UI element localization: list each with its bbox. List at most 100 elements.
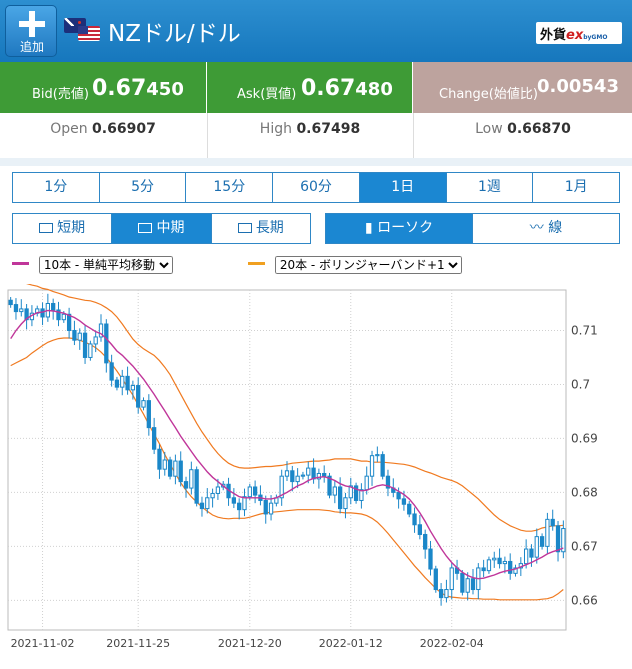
logo-text: 外貨	[540, 28, 567, 43]
chart-type-selector: ▮ ローソク 〰 線	[325, 213, 620, 244]
candle-body	[449, 567, 454, 591]
add-button[interactable]: 追加	[5, 5, 57, 57]
add-button-label: 追加	[19, 40, 44, 54]
candle-body	[369, 455, 375, 477]
candle-body	[343, 497, 348, 510]
us-flag-icon	[78, 26, 100, 41]
range-short-button[interactable]: 短期	[13, 214, 113, 243]
candle-body	[183, 481, 189, 489]
candle-body	[120, 375, 125, 388]
candle-body	[151, 427, 157, 450]
open-value: 0.66907	[92, 121, 156, 137]
candle-body	[529, 548, 534, 558]
candle-body	[465, 578, 470, 593]
y-tick-label: 0.67	[571, 539, 598, 553]
candle-body	[114, 379, 120, 388]
candle-body	[93, 336, 98, 345]
candle-body	[8, 299, 13, 306]
timeframe-5min[interactable]: 5分	[99, 173, 187, 202]
candle-body	[539, 536, 545, 547]
candle-body	[508, 560, 513, 574]
candle-body	[502, 560, 508, 565]
candle-body	[481, 567, 486, 572]
candle-body	[263, 499, 268, 515]
bb-select[interactable]: 20本 - ボリンジャーバンド+1	[274, 256, 462, 274]
timeframe-selector: 1分 5分 15分 60分 1日 1週 1月	[12, 172, 620, 203]
x-tick-label: 2021-11-02	[11, 637, 75, 650]
timeframe-60min[interactable]: 60分	[273, 173, 360, 202]
candle-body	[189, 469, 194, 489]
y-tick-label: 0.66	[571, 593, 598, 607]
candlestick-button[interactable]: ▮ ローソク	[326, 214, 473, 243]
candle-body	[88, 343, 93, 358]
candle-body	[460, 572, 465, 593]
timeframe-1min[interactable]: 1分	[13, 173, 100, 202]
high-label: High	[259, 121, 292, 137]
candle-body	[51, 302, 56, 311]
bid-value: 0.67450	[92, 76, 184, 101]
page-title: NZドル/ドル	[108, 21, 241, 47]
logo-ex: ex	[566, 28, 584, 43]
candle-body	[438, 589, 444, 599]
candle-body	[534, 536, 539, 558]
candle-body	[215, 486, 221, 494]
candle-body	[77, 332, 82, 341]
candle-body	[242, 496, 247, 511]
candle-body	[61, 313, 66, 321]
candle-body	[332, 486, 337, 496]
price-chart[interactable]: 0.710.70.690.680.670.66 2021-11-02 2021-1…	[0, 284, 632, 669]
candle-body	[417, 524, 423, 535]
candle-body	[19, 308, 24, 313]
high-stat: High 0.67498	[207, 113, 412, 158]
sma-select[interactable]: 10本 - 単純平均移動	[38, 256, 173, 274]
candle-body	[306, 467, 311, 476]
high-value: 0.67498	[296, 121, 361, 137]
range-long-button[interactable]: 長期	[211, 214, 310, 243]
sma-swatch	[12, 262, 29, 265]
ask-label: Ask(買値)	[237, 87, 297, 102]
open-stat: Open 0.66907	[0, 113, 206, 158]
candle-body	[40, 308, 45, 318]
y-tick-label: 0.68	[571, 485, 598, 499]
candle-body	[295, 475, 300, 483]
candle-body	[497, 557, 502, 565]
candle-body	[141, 400, 146, 408]
brand-logo: 外貨exbyGMO	[536, 22, 622, 44]
candle-body	[284, 470, 290, 477]
candle-body	[205, 497, 210, 510]
candle-body	[470, 578, 476, 591]
timeframe-15min[interactable]: 15分	[186, 173, 274, 202]
candle-body	[444, 589, 449, 599]
logo-gmo: byGMO	[583, 34, 608, 41]
timeframe-1day[interactable]: 1日	[359, 173, 447, 202]
change-value: 0.00543	[537, 76, 619, 97]
bid-panel: Bid(売値) 0.67450	[0, 62, 206, 113]
change-label: Change(始値比)	[439, 87, 538, 102]
line-chart-icon: 〰	[529, 220, 549, 236]
ask-panel: Ask(買値) 0.67480	[207, 62, 412, 113]
divider	[0, 158, 632, 166]
candle-body	[375, 454, 380, 457]
candle-body	[199, 502, 205, 510]
candle-body	[157, 448, 162, 470]
candle-body	[173, 460, 178, 477]
ask-value: 0.67480	[301, 76, 393, 101]
line-button[interactable]: 〰 線	[473, 214, 619, 243]
candle-body	[401, 498, 407, 505]
low-value: 0.66870	[507, 121, 571, 137]
range-box-icon	[138, 223, 153, 233]
bid-label: Bid(売値)	[32, 87, 89, 102]
candle-body	[66, 313, 72, 331]
change-panel: Change(始値比) 0.00543	[413, 62, 632, 113]
candle-body	[423, 533, 428, 550]
app-header: 追加 NZドル/ドル 外貨exbyGMO	[0, 0, 632, 62]
candle-body	[130, 385, 136, 391]
timeframe-1month[interactable]: 1月	[533, 173, 620, 202]
range-mid-button[interactable]: 中期	[112, 214, 212, 243]
timeframe-1week[interactable]: 1週	[446, 173, 534, 202]
candle-body	[523, 548, 529, 565]
candle-body	[136, 385, 141, 408]
candle-body	[252, 486, 258, 496]
candle-body	[407, 503, 412, 515]
candle-body	[555, 525, 561, 553]
